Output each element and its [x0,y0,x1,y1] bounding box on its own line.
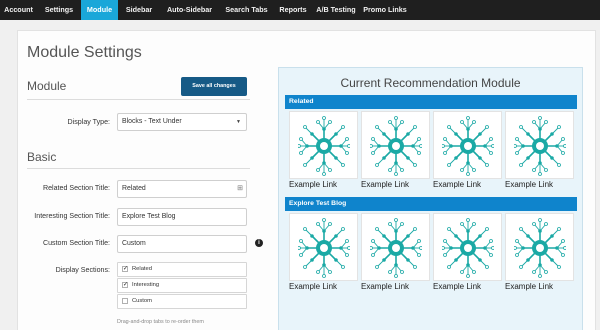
example-link[interactable]: Example Link [433,180,481,189]
preview-card[interactable] [289,111,358,179]
tab-ab-testing[interactable]: A/B Testing [312,0,360,20]
example-link[interactable]: Example Link [505,180,553,189]
module-divider [27,99,250,100]
save-all-changes-button[interactable]: Save all changes [181,77,247,96]
preview-card[interactable] [505,213,574,281]
network-hub-icon [514,218,566,278]
tab-sidebar[interactable]: Sidebar [118,0,160,20]
related-title-value: Related [122,185,146,192]
example-link[interactable]: Example Link [505,282,553,291]
tab-account[interactable]: Account [0,0,37,20]
custom-title-label: Custom Section Title: [42,239,110,247]
tab-module[interactable]: Module [81,0,118,20]
network-hub-icon [298,116,350,176]
interesting-title-input[interactable]: Explore Test Blog [117,208,247,226]
top-nav: Account Settings Module Sidebar Auto-Sid… [0,0,600,20]
example-link[interactable]: Example Link [289,180,337,189]
display-type-select[interactable]: Blocks - Text Under ▼ [117,113,247,131]
section-item-custom[interactable]: Custom [117,294,247,309]
custom-title-input[interactable]: Custom [117,235,247,253]
interesting-title-value: Explore Test Blog [122,213,176,220]
network-hub-icon [298,218,350,278]
reorder-hint: Drag-and-drop tabs to re-order them [117,319,204,325]
preview-card[interactable] [289,213,358,281]
section-item-related[interactable]: ✓ Related [117,262,247,277]
preview-card[interactable] [361,111,430,179]
tab-promo-links[interactable]: Promo Links [360,0,410,20]
preview-card[interactable] [433,213,502,281]
caret-down-icon: ▼ [236,119,241,125]
preview-section-bar-explore: Explore Test Blog [285,197,577,211]
checkbox-interesting[interactable]: ✓ [122,282,128,288]
module-section-title: Module [27,79,67,93]
checkbox-custom[interactable] [122,298,128,304]
tab-auto-sidebar[interactable]: Auto-Sidebar [160,0,219,20]
network-hub-icon [370,116,422,176]
related-title-label: Related Section Title: [42,184,110,192]
custom-title-value: Custom [122,240,146,247]
preview-section-bar-related: Related [285,95,577,109]
section-item-interesting[interactable]: ✓ Interesting [117,278,247,293]
tab-settings[interactable]: Settings [37,0,81,20]
preview-card[interactable] [433,111,502,179]
tab-reports[interactable]: Reports [274,0,312,20]
section-item-label: Custom [132,298,152,304]
related-title-input[interactable]: Related ⊞ [117,180,247,198]
preview-card[interactable] [505,111,574,179]
basic-section-title: Basic [27,150,57,164]
tab-search-tabs[interactable]: Search Tabs [219,0,274,20]
preview-card[interactable] [361,213,430,281]
section-item-label: Related [132,266,152,272]
interesting-title-label: Interesting Section Title: [34,212,110,220]
network-hub-icon [370,218,422,278]
basic-divider [27,168,250,169]
section-item-label: Interesting [132,282,160,288]
example-link[interactable]: Example Link [433,282,481,291]
checkbox-related[interactable]: ✓ [122,266,128,272]
example-link[interactable]: Example Link [361,282,409,291]
example-link[interactable]: Example Link [289,282,337,291]
info-icon[interactable]: i [255,239,263,247]
example-link[interactable]: Example Link [361,180,409,189]
page-title: Module Settings [27,44,142,61]
network-hub-icon [442,218,494,278]
display-type-value: Blocks - Text Under [122,118,182,125]
display-type-label: Display Type: [67,118,110,126]
network-hub-icon [442,116,494,176]
network-hub-icon [514,116,566,176]
list-icon: ⊞ [237,185,243,192]
preview-title: Current Recommendation Module [340,76,521,90]
display-sections-label: Display Sections: [55,266,110,274]
